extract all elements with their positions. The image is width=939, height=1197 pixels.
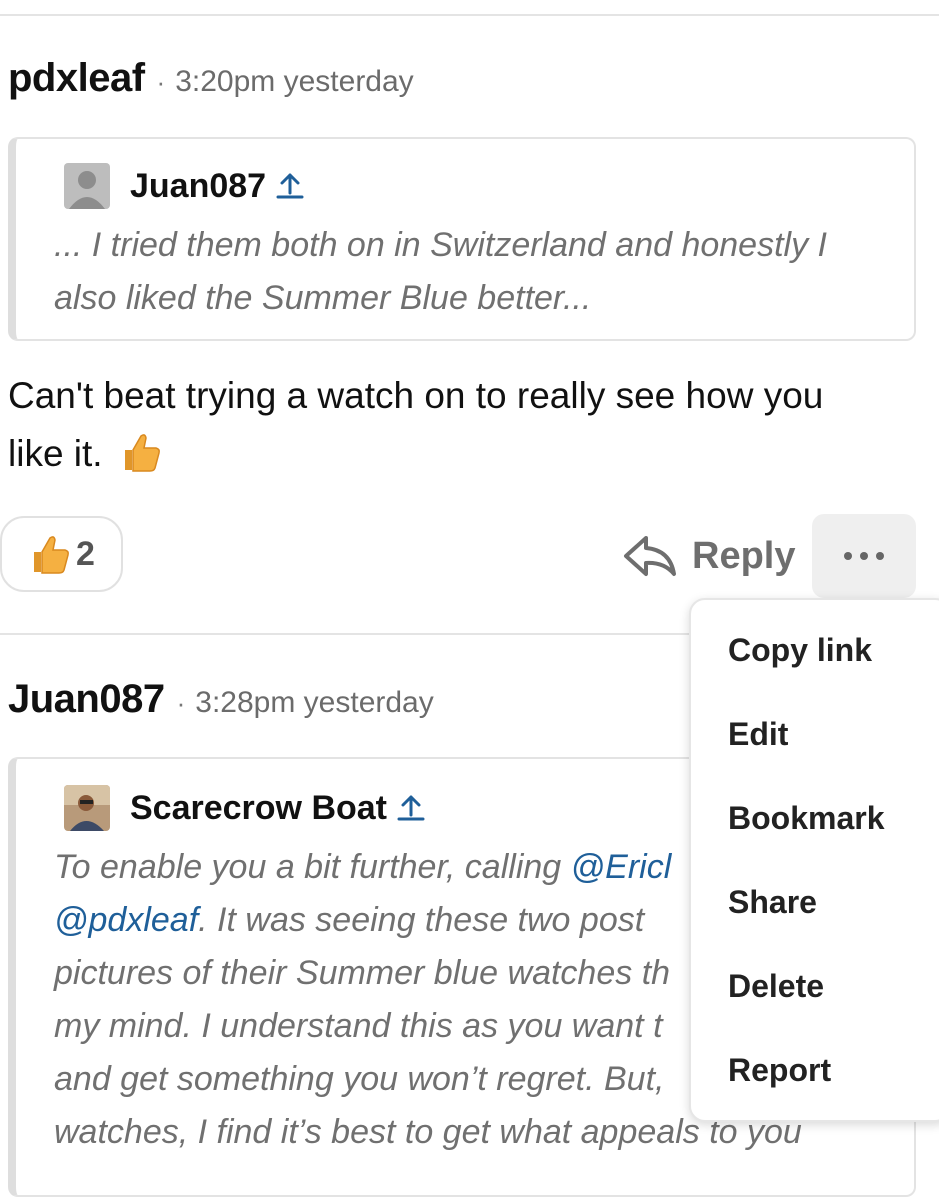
more-dots-icon xyxy=(860,552,868,560)
reply-label: Reply xyxy=(692,534,796,577)
reply-arrow-icon xyxy=(624,536,676,576)
separator-dot: · xyxy=(176,688,186,718)
thumbs-up-icon xyxy=(34,536,69,574)
top-divider xyxy=(0,14,939,16)
post-body: Can't beat trying a watch on to really s… xyxy=(8,367,908,483)
quote-author[interactable]: Juan087 xyxy=(130,167,266,206)
up-arrow-icon[interactable] xyxy=(276,171,304,201)
menu-item-edit[interactable]: Edit xyxy=(728,716,788,753)
more-dots-icon xyxy=(876,552,884,560)
avatar[interactable] xyxy=(64,163,110,209)
post-body-line: Can't beat trying a watch on to really s… xyxy=(8,375,824,416)
mention-link[interactable]: @Ericl xyxy=(571,848,672,886)
post-author[interactable]: pdxleaf xyxy=(8,56,145,101)
post-header: Juan087 · 3:28pm yesterday xyxy=(8,677,434,722)
quote-block: Juan087 ... I tried them both on in Swit… xyxy=(8,137,916,341)
quote-author[interactable]: Scarecrow Boat xyxy=(130,789,387,828)
menu-item-report[interactable]: Report xyxy=(728,1052,831,1089)
post-body-line: like it. xyxy=(8,425,908,483)
context-menu: Copy link Edit Bookmark Share Delete Rep… xyxy=(689,598,939,1122)
more-options-button[interactable] xyxy=(812,514,916,598)
like-button[interactable]: 2 xyxy=(0,516,123,592)
post-time[interactable]: 3:28pm yesterday xyxy=(195,686,433,720)
more-dots-icon xyxy=(844,552,852,560)
menu-item-share[interactable]: Share xyxy=(728,884,817,921)
post-author[interactable]: Juan087 xyxy=(8,677,165,722)
quote-line-text: To enable you a bit further, calling xyxy=(54,848,571,886)
menu-item-bookmark[interactable]: Bookmark xyxy=(728,800,885,837)
quote-text: ... I tried them both on in Switzerland … xyxy=(54,226,827,317)
reply-button[interactable]: Reply xyxy=(622,526,795,586)
post-header: pdxleaf · 3:20pm yesterday xyxy=(8,56,414,101)
menu-item-copy-link[interactable]: Copy link xyxy=(728,632,872,669)
quote-header: Scarecrow Boat xyxy=(64,785,425,831)
post-time[interactable]: 3:20pm yesterday xyxy=(175,65,413,99)
thumbs-up-icon xyxy=(124,434,160,472)
like-count: 2 xyxy=(76,534,95,573)
quote-line-text: . It was seeing these two post xyxy=(198,901,645,939)
avatar[interactable] xyxy=(64,785,110,831)
up-arrow-icon[interactable] xyxy=(397,793,425,823)
mention-link[interactable]: @pdxleaf xyxy=(54,901,198,939)
separator-dot: · xyxy=(156,67,166,97)
menu-item-delete[interactable]: Delete xyxy=(728,968,824,1005)
quote-header: Juan087 xyxy=(64,163,304,209)
post-body-text: like it. xyxy=(8,433,103,474)
